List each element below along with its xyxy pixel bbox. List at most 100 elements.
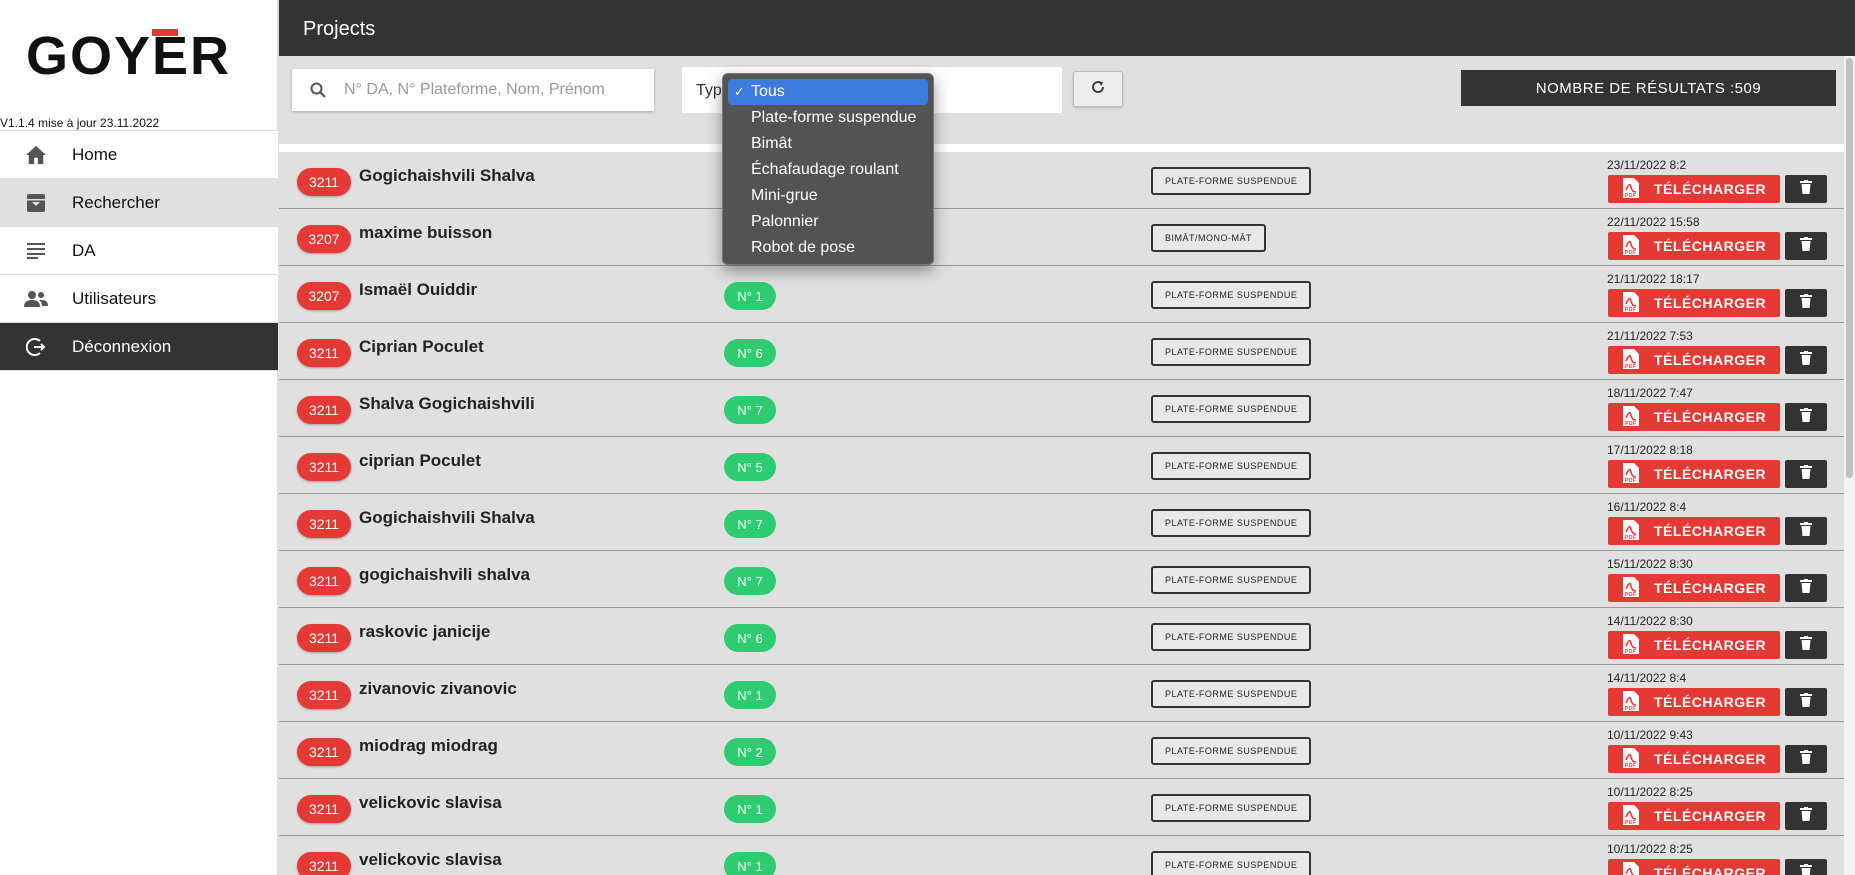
row-name: zivanovic zivanovic bbox=[359, 679, 517, 698]
table-row[interactable]: 3211 Shalva Gogichaishvili N° 7 PLATE-FORME… bbox=[279, 380, 1844, 437]
row-name: velickovic slavisa bbox=[359, 850, 502, 869]
dropdown-option-mini-grue[interactable]: Mini-grue bbox=[728, 183, 928, 209]
download-button[interactable]: PDF TÉLÉCHARGER bbox=[1608, 574, 1780, 602]
table-row[interactable]: 3211 Gogichaishvili Shalva PLATE-FORME SUS… bbox=[279, 152, 1844, 209]
table-row[interactable]: 3211 zivanovic zivanovic N° 1 PLATE-FORME S… bbox=[279, 665, 1844, 722]
dropdown-option-label: Robot de pose bbox=[751, 239, 856, 256]
row-date: 14/11/2022 8:30 bbox=[1607, 614, 1693, 628]
platform-number-badge: N° 1 bbox=[724, 681, 776, 709]
pdf-label: PDF bbox=[1625, 763, 1637, 769]
dropdown-option-tous[interactable]: ✓ Tous bbox=[728, 79, 928, 105]
delete-button[interactable] bbox=[1785, 460, 1827, 488]
download-button[interactable]: PDF TÉLÉCHARGER bbox=[1608, 403, 1780, 431]
pdf-icon: PDF bbox=[1608, 520, 1654, 542]
delete-button[interactable] bbox=[1785, 403, 1827, 431]
dropdown-option-label: Bimât bbox=[751, 135, 792, 152]
delete-button[interactable] bbox=[1785, 289, 1827, 317]
delete-button[interactable] bbox=[1785, 631, 1827, 659]
sidebar-item-home[interactable]: Home bbox=[0, 131, 278, 179]
table-row[interactable]: 3207 maxime buisson BIMÂT/MONO-MÂT 22/11/20… bbox=[279, 209, 1844, 266]
row-name: Ismaël Ouiddir bbox=[359, 280, 478, 299]
download-button[interactable]: PDF TÉLÉCHARGER bbox=[1608, 859, 1780, 875]
dropdown-option-robot[interactable]: Robot de pose bbox=[728, 235, 928, 261]
table-row[interactable]: 3211 Gogichaishvili Shalva N° 7 PLATE-FORME… bbox=[279, 494, 1844, 551]
scrollbar-thumb[interactable] bbox=[1846, 58, 1853, 478]
scrollbar[interactable] bbox=[1844, 56, 1855, 875]
refresh-button[interactable] bbox=[1073, 71, 1123, 107]
da-badge: 3211 bbox=[297, 681, 351, 709]
table-row[interactable]: 3211 ciprian Poculet N° 5 PLATE-FORME SUSPE… bbox=[279, 437, 1844, 494]
delete-button[interactable] bbox=[1785, 745, 1827, 773]
pdf-label: PDF bbox=[1625, 478, 1637, 484]
delete-button[interactable] bbox=[1785, 232, 1827, 260]
download-label: TÉLÉCHARGER bbox=[1654, 865, 1767, 875]
search-input[interactable] bbox=[344, 81, 634, 99]
table-row[interactable]: 3211 miodrag miodrag N° 2 PLATE-FORME SUSPE… bbox=[279, 722, 1844, 779]
dropdown-option-label: Palonnier bbox=[751, 213, 819, 230]
delete-button[interactable] bbox=[1785, 859, 1827, 875]
download-button[interactable]: PDF TÉLÉCHARGER bbox=[1608, 346, 1780, 374]
trash-icon bbox=[1800, 863, 1812, 875]
pdf-label: PDF bbox=[1625, 193, 1637, 199]
download-button[interactable]: PDF TÉLÉCHARGER bbox=[1608, 688, 1780, 716]
download-button[interactable]: PDF TÉLÉCHARGER bbox=[1608, 175, 1780, 203]
delete-button[interactable] bbox=[1785, 175, 1827, 203]
row-date: 10/11/2022 8:25 bbox=[1607, 785, 1693, 799]
trash-icon bbox=[1800, 350, 1812, 370]
dropdown-option-label: Plate-forme suspendue bbox=[751, 109, 917, 126]
version-text: V1.1.4 mise à jour 23.11.2022 bbox=[0, 116, 160, 130]
sidebar-item-da[interactable]: DA bbox=[0, 227, 278, 275]
pdf-icon: PDF bbox=[1608, 178, 1654, 200]
da-badge: 3211 bbox=[297, 795, 351, 823]
delete-button[interactable] bbox=[1785, 688, 1827, 716]
platform-number-badge: N° 5 bbox=[724, 453, 776, 481]
delete-button[interactable] bbox=[1785, 802, 1827, 830]
search-box[interactable] bbox=[292, 69, 654, 111]
table-row[interactable]: 3211 raskovic janicije N° 6 PLATE-FORME SUS… bbox=[279, 608, 1844, 665]
page-title: Projects bbox=[303, 18, 376, 40]
pdf-icon: PDF bbox=[1608, 805, 1654, 827]
download-button[interactable]: PDF TÉLÉCHARGER bbox=[1608, 232, 1780, 260]
download-button[interactable]: PDF TÉLÉCHARGER bbox=[1608, 289, 1780, 317]
da-badge: 3211 bbox=[297, 168, 351, 196]
delete-button[interactable] bbox=[1785, 517, 1827, 545]
table-row[interactable]: 3207 Ismaël Ouiddir N° 1 PLATE-FORME SUSPEN… bbox=[279, 266, 1844, 323]
sidebar-item-label: Home bbox=[72, 144, 118, 164]
sidebar-item-rechercher[interactable]: Rechercher bbox=[0, 179, 278, 227]
delete-button[interactable] bbox=[1785, 346, 1827, 374]
table-row[interactable]: 3211 Ciprian Poculet N° 6 PLATE-FORME SUSPE… bbox=[279, 323, 1844, 380]
logo-accent-bar bbox=[152, 29, 178, 36]
row-name: miodrag miodrag bbox=[359, 736, 498, 755]
dropdown-option-label: Tous bbox=[751, 83, 785, 100]
results-list: 3211 Gogichaishvili Shalva PLATE-FORME SUS… bbox=[279, 152, 1844, 875]
platform-number-badge: N° 1 bbox=[724, 852, 776, 875]
row-date: 10/11/2022 9:43 bbox=[1607, 728, 1693, 742]
sidebar-item-label: Déconnexion bbox=[72, 336, 172, 356]
download-button[interactable]: PDF TÉLÉCHARGER bbox=[1608, 460, 1780, 488]
download-label: TÉLÉCHARGER bbox=[1654, 523, 1767, 539]
sidebar-item-deconnexion[interactable]: Déconnexion bbox=[0, 323, 278, 371]
download-label: TÉLÉCHARGER bbox=[1654, 352, 1767, 368]
sidebar-item-utilisateurs[interactable]: Utilisateurs bbox=[0, 275, 278, 323]
dropdown-option-echafaudage[interactable]: Échafaudage roulant bbox=[728, 157, 928, 183]
platform-number-badge: N° 7 bbox=[724, 510, 776, 538]
download-button[interactable]: PDF TÉLÉCHARGER bbox=[1608, 802, 1780, 830]
delete-button[interactable] bbox=[1785, 574, 1827, 602]
row-date: 22/11/2022 15:58 bbox=[1607, 215, 1700, 229]
da-badge: 3211 bbox=[297, 510, 351, 538]
download-label: TÉLÉCHARGER bbox=[1654, 580, 1767, 596]
download-button[interactable]: PDF TÉLÉCHARGER bbox=[1608, 517, 1780, 545]
logo-text: GOYER bbox=[26, 26, 232, 86]
sidebar-item-label: DA bbox=[72, 240, 96, 260]
dropdown-option-plate-forme[interactable]: Plate-forme suspendue bbox=[728, 105, 928, 131]
platform-number-badge: N° 2 bbox=[724, 738, 776, 766]
table-row[interactable]: 3211 velickovic slavisa N° 1 PLATE-FORME SU… bbox=[279, 779, 1844, 836]
pdf-icon: PDF bbox=[1608, 691, 1654, 713]
download-button[interactable]: PDF TÉLÉCHARGER bbox=[1608, 631, 1780, 659]
download-button[interactable]: PDF TÉLÉCHARGER bbox=[1608, 745, 1780, 773]
dropdown-option-bimat[interactable]: Bimât bbox=[728, 131, 928, 157]
table-row[interactable]: 3211 velickovic slavisa N° 1 PLATE-FORME SU… bbox=[279, 836, 1844, 875]
table-row[interactable]: 3211 gogichaishvili shalva N° 7 PLATE-FORME… bbox=[279, 551, 1844, 608]
dropdown-option-palonnier[interactable]: Palonnier bbox=[728, 209, 928, 235]
pdf-icon: PDF bbox=[1608, 406, 1654, 428]
